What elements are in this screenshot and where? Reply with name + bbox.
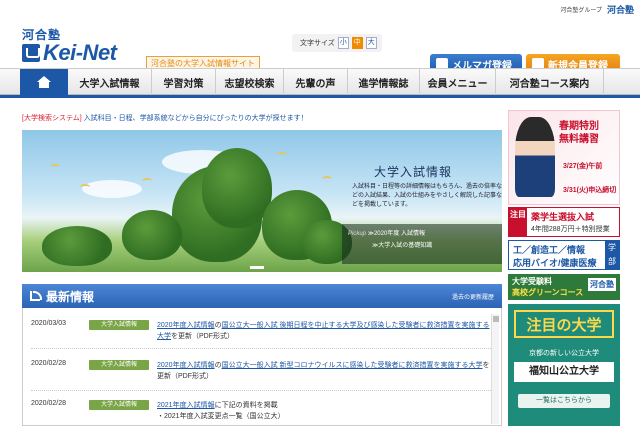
news-scrollbar[interactable] <box>491 314 499 424</box>
main-nav: 大学入試情報 学習対策 志望校検索 先輩の声 進学情報誌 会員メニュー 河合塾コ… <box>0 68 640 95</box>
nav-home-button[interactable] <box>20 69 68 95</box>
ad-date-1: 3/27(金)午前 <box>563 163 603 170</box>
font-size-control: 文字サイズ 小 中 大 <box>292 34 382 52</box>
news-item: 2020/03/03 大学入試情報 2020年度入試情報の国公立大一般入試 後期… <box>31 320 491 342</box>
engineering-ad[interactable]: 工／創造工／情報 応用バイオ/健康医療 学部 <box>508 240 620 270</box>
ad-tag: 学部 <box>605 241 619 269</box>
notice-text: 入試科目・日程、学部系統などから自分にぴったりの大学が探せます！ <box>83 115 308 122</box>
green-course-ad[interactable]: 大学受験料 高校グリーンコース 河合塾 <box>508 274 620 300</box>
slider-indicator[interactable] <box>250 266 264 269</box>
news-link[interactable]: 2020年度入試情報 <box>157 322 215 329</box>
news-date: 2020/02/28 <box>31 400 67 407</box>
ad-sub: 高校グリーンコース <box>512 288 584 297</box>
news-link-detail[interactable]: ・2021年度入試変更点一覧（国公立大） <box>157 413 285 420</box>
nav-item-magazine[interactable]: 進学情報誌 <box>348 69 420 95</box>
past-updates-link[interactable]: 過去の更新履歴 <box>452 292 494 301</box>
news-badge: 大学入試情報 <box>89 360 149 370</box>
nav-item-senior-voice[interactable]: 先輩の声 <box>284 69 348 95</box>
news-link[interactable]: 2020年度入試情報 <box>157 362 215 369</box>
news-heading: 最新情報 <box>46 289 95 304</box>
pharmacy-ad[interactable]: 注目 薬学生選抜入試 4年間288万円＋特別授業 <box>508 207 620 237</box>
ad-sub: 応用バイオ/健康医療 <box>513 258 597 268</box>
hero-banner[interactable]: 大学入試情報 入試科目・日程等の詳細情報はもちろん、過去の倍率などの入試結果、入… <box>22 130 502 272</box>
site-header: 河合塾 Kei-Net 河合塾の大学入試情報サイト 文字サイズ 小 中 大 メル… <box>0 12 640 74</box>
pickup-tag: Pickup <box>348 231 367 237</box>
logo-mark-icon <box>22 44 40 62</box>
nav-item-member-menu[interactable]: 会員メニュー <box>420 69 496 95</box>
ad-sub: 4年間288万円＋特別授業 <box>531 226 610 233</box>
pickup-link-2020[interactable]: ≫2020年度 入試情報 <box>368 231 425 237</box>
ad-logo: 河合塾 <box>588 278 616 291</box>
news-list: 2020/03/03 大学入試情報 2020年度入試情報の国公立大一般入試 後期… <box>22 308 502 426</box>
rss-icon <box>30 291 42 301</box>
ad-sub: 京都の新しい公立大学 <box>529 350 599 357</box>
spring-course-ad[interactable]: 春期特別 無料講習 3/27(金)午前 3/31(火)申込締切 <box>508 110 620 205</box>
news-divider <box>31 390 491 391</box>
nav-item-course-guide[interactable]: 河合塾コース案内 <box>496 69 604 95</box>
nav-item-study[interactable]: 学習対策 <box>152 69 216 95</box>
ad-heading: 工／創造工／情報 <box>513 245 586 255</box>
logo-text: Kei-Net <box>43 40 117 65</box>
news-item: 2020/02/28 大学入試情報 2021年度入試情報に下記の資料を掲載 ・20… <box>31 400 491 422</box>
news-item: 2020/02/28 大学入試情報 2020年度入試情報の国公立大一般入試 新型… <box>31 360 491 382</box>
news-badge: 大学入試情報 <box>89 400 149 410</box>
pickup-link-basics[interactable]: ≫大学入試の基礎知識 <box>348 240 501 252</box>
font-size-label: 文字サイズ <box>300 40 335 47</box>
news-header: 最新情報 過去の更新履歴 <box>22 284 502 308</box>
news-divider <box>31 348 491 349</box>
search-notice[interactable]: [大学検索システム] 入試科目・日程、学部系統などから自分にぴったりの大学が探せ… <box>22 113 308 123</box>
top-bar: 河合塾グループ 河合塾 <box>0 0 640 15</box>
news-text: 2020年度入試情報の国公立大一般入試 新型コロナウイルスに感染した受験者に救済… <box>157 362 490 380</box>
hero-description: 入試科目・日程等の詳細情報はもちろん、過去の倍率などの入試結果、入試の仕組みをや… <box>352 184 502 208</box>
news-link[interactable]: 2021年度入試情報 <box>157 402 215 409</box>
ad-heading: 大学受験料 <box>512 277 552 286</box>
news-text: 2020年度入試情報の国公立大一般入試 後期日程を中止する大学及び感染した受験者… <box>157 322 490 340</box>
featured-university-ad[interactable]: 注目の大学 京都の新しい公立大学 福知山公立大学 一覧はこちらから <box>508 304 620 426</box>
hero-title: 大学入試情報 <box>374 165 453 179</box>
hero-pickup: Pickup ≫2020年度 入試情報 ≫大学入試の基礎知識 <box>342 224 502 264</box>
font-size-large-button[interactable]: 大 <box>365 37 377 49</box>
site-logo[interactable]: Kei-Net <box>22 40 117 65</box>
news-date: 2020/03/03 <box>31 320 67 327</box>
home-icon <box>37 76 51 88</box>
ad-badge: 注目 <box>509 208 527 236</box>
news-text: 2021年度入試情報に下記の資料を掲載 ・2021年度入試変更点一覧（国公立大） <box>157 402 285 420</box>
ad-photo <box>515 117 555 197</box>
ad-list-link[interactable]: 一覧はこちらから <box>518 394 610 408</box>
ad-university: 福知山公立大学 <box>514 362 614 382</box>
font-size-medium-button[interactable]: 中 <box>351 37 363 49</box>
ad-title-2: 無料講習 <box>559 134 599 145</box>
ad-date-2: 3/31(火)申込締切 <box>563 187 617 194</box>
ad-heading: 注目の大学 <box>514 310 614 338</box>
nav-underline <box>0 95 640 98</box>
news-date: 2020/02/28 <box>31 360 67 367</box>
nav-item-school-search[interactable]: 志望校検索 <box>216 69 284 95</box>
font-size-small-button[interactable]: 小 <box>337 37 349 49</box>
news-badge: 大学入試情報 <box>89 320 149 330</box>
nav-item-exam-info[interactable]: 大学入試情報 <box>68 69 152 95</box>
notice-tag: [大学検索システム] <box>22 115 82 122</box>
news-link-detail[interactable]: 国公立大一般入試 新型コロナウイルスに感染した受験者に救済措置を実施する大学 <box>222 362 483 369</box>
ad-heading: 薬学生選抜入試 <box>531 212 595 222</box>
